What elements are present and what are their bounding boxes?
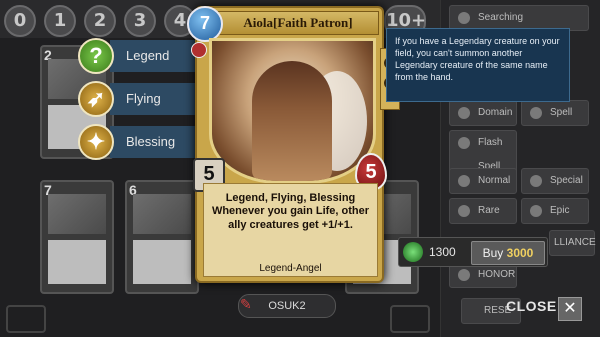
- buy-button[interactable]: Buy 3000: [471, 241, 545, 265]
- normal-rarity-icon: [458, 175, 470, 187]
- domain-label: Domain: [478, 107, 513, 118]
- flash-spell-icon: [458, 137, 470, 149]
- legend-icon: ?: [78, 38, 114, 74]
- rare-label: Rare: [478, 205, 500, 216]
- keyword-label: Flying: [126, 91, 161, 106]
- keyword-label: Blessing: [126, 134, 176, 149]
- search-label: Searching: [478, 12, 524, 23]
- normal-filter-button[interactable]: Normal: [449, 168, 517, 194]
- rare-rarity-icon: [458, 205, 470, 217]
- legend-tooltip: If you have a Legendary creature on your…: [386, 28, 570, 102]
- blessing-icon: ✦: [78, 124, 114, 160]
- card-name: Aiola[Faith Patron]: [217, 11, 379, 35]
- collection-card[interactable]: 6: [125, 180, 199, 294]
- user-name: OSUK2: [268, 300, 306, 312]
- honor-label: HONOR: [478, 269, 516, 280]
- cost-filter-2[interactable]: 2: [84, 5, 116, 37]
- cost-filter-1[interactable]: 1: [44, 5, 76, 37]
- prev-page-arrow-icon[interactable]: [6, 305, 46, 333]
- special-filter-button[interactable]: Special: [521, 168, 589, 194]
- keyword-label: Legend: [126, 48, 170, 63]
- close-label[interactable]: CLOSE: [506, 298, 557, 314]
- rare-filter-button[interactable]: Rare: [449, 198, 517, 224]
- special-rarity-icon: [530, 175, 542, 187]
- close-icon[interactable]: ✕: [558, 297, 582, 321]
- honor-icon: [458, 269, 470, 281]
- flash-spell-label: Flash Spell: [478, 137, 503, 172]
- domain-filter-button[interactable]: Domain: [449, 100, 517, 126]
- card-text-box: Legend, Flying, Blessing Whenever you ga…: [203, 183, 378, 277]
- next-page-arrow-icon[interactable]: [390, 305, 430, 333]
- spell-filter-button[interactable]: Spell: [521, 100, 589, 126]
- epic-rarity-icon: [530, 205, 542, 217]
- alliance-label: LLIANCE: [554, 237, 596, 248]
- owned-amount: 1300: [429, 245, 456, 259]
- cost-filter-3[interactable]: 3: [124, 5, 156, 37]
- normal-label: Normal: [478, 175, 511, 186]
- search-icon: [458, 12, 470, 24]
- buy-label: Buy: [482, 246, 504, 260]
- cost-filter-0[interactable]: 0: [4, 5, 36, 37]
- card-cost: 7: [187, 6, 223, 42]
- spell-label: Spell: [550, 107, 573, 118]
- card-art: [209, 38, 376, 184]
- collection-card[interactable]: 7: [40, 180, 114, 294]
- element-icon: [191, 42, 207, 58]
- alliance-filter-button[interactable]: LLIANCE: [549, 230, 596, 256]
- special-label: Special: [550, 175, 583, 186]
- card-type: Legend-Angel: [259, 263, 322, 274]
- domain-icon: [458, 107, 470, 119]
- price-panel: 1300 Buy 3000: [398, 237, 548, 267]
- card-ability: Whenever you gain Life, other ally creat…: [211, 205, 370, 231]
- buy-price: 3000: [506, 246, 534, 260]
- epic-filter-button[interactable]: Epic: [521, 198, 589, 224]
- flying-icon: ➶: [78, 81, 114, 117]
- currency-icon: [403, 242, 423, 262]
- card-detail: Aiola[Faith Patron] 7 5 5 Legend, Flying…: [187, 6, 400, 283]
- epic-label: Epic: [550, 205, 570, 216]
- spell-icon: [530, 107, 542, 119]
- card-keywords: Legend, Flying, Blessing: [225, 192, 356, 204]
- quill-icon: ✎: [240, 296, 252, 312]
